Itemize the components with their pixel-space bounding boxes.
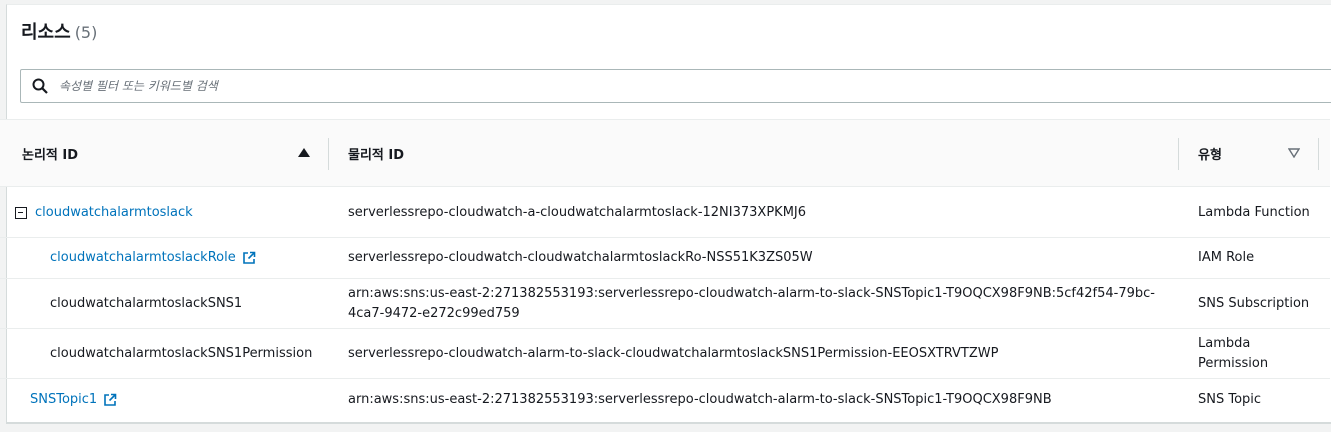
type-cell: SNS Topic bbox=[1198, 392, 1262, 407]
header-physical-id[interactable]: 물리적 ID bbox=[348, 120, 1168, 186]
table-row: cloudwatchalarmtoslack serverlessrepo-cl… bbox=[0, 188, 1330, 238]
sort-ascending-icon[interactable] bbox=[298, 148, 310, 157]
table-row: cloudwatchalarmtoslackSNS1Permission ser… bbox=[0, 329, 1330, 379]
search-icon bbox=[32, 78, 48, 94]
table-row: cloudwatchalarmtoslackRole serverlessrep… bbox=[0, 238, 1330, 279]
resource-count: (5) bbox=[74, 23, 98, 42]
physical-id-cell: serverlessrepo-cloudwatch-a-cloudwatchal… bbox=[348, 204, 807, 220]
header-logical-id-label: 논리적 ID bbox=[22, 147, 79, 163]
external-link-icon[interactable] bbox=[103, 393, 117, 407]
logical-id-cell: cloudwatchalarmtoslackRole bbox=[50, 238, 256, 278]
logical-id-cell: SNSTopic1 bbox=[30, 379, 117, 421]
logical-id-text: cloudwatchalarmtoslackSNS1 bbox=[50, 295, 243, 311]
logical-id-cell: cloudwatchalarmtoslack bbox=[15, 188, 193, 237]
logical-id-text: cloudwatchalarmtoslackSNS1Permission bbox=[50, 345, 313, 361]
type-cell: SNS Subscription bbox=[1198, 295, 1310, 311]
column-divider[interactable] bbox=[1318, 138, 1319, 170]
sort-descending-icon[interactable] bbox=[1288, 148, 1300, 158]
logical-id-cell: cloudwatchalarmtoslackSNS1 bbox=[50, 279, 242, 328]
physical-id-cell: arn:aws:sns:us-east-2:271382553193:serve… bbox=[348, 392, 1052, 407]
external-link-icon[interactable] bbox=[242, 251, 256, 265]
panel-border bbox=[6, 422, 1331, 424]
header-logical-id[interactable]: 논리적 ID bbox=[22, 120, 317, 186]
physical-id-cell: arn:aws:sns:us-east-2:271382553193:serve… bbox=[348, 285, 1155, 321]
physical-id-cell: serverlessrepo-cloudwatch-cloudwatchalar… bbox=[348, 250, 813, 265]
type-cell: Lambda Permission bbox=[1198, 335, 1269, 371]
header-type-label: 유형 bbox=[1198, 147, 1222, 163]
column-divider[interactable] bbox=[328, 138, 329, 170]
logical-id-cell: cloudwatchalarmtoslackSNS1Permission bbox=[50, 329, 312, 378]
table-header: 논리적 ID 물리적 ID 유형 bbox=[0, 119, 1330, 187]
type-cell: Lambda Function bbox=[1198, 204, 1310, 220]
table-row: SNSTopic1 arn:aws:sns:us-east-2:27138255… bbox=[0, 379, 1330, 421]
section-title-label: 리소스 bbox=[21, 22, 71, 43]
search-box[interactable] bbox=[20, 69, 1331, 103]
column-divider[interactable] bbox=[1178, 138, 1179, 170]
search-input[interactable] bbox=[59, 70, 1259, 102]
logical-id-link[interactable]: SNSTopic1 bbox=[30, 390, 97, 410]
section-title: 리소스 (5) bbox=[21, 18, 97, 44]
type-cell: IAM Role bbox=[1198, 250, 1255, 265]
logical-id-link[interactable]: cloudwatchalarmtoslack bbox=[35, 203, 193, 223]
header-physical-id-label: 물리적 ID bbox=[348, 147, 405, 163]
table-row: cloudwatchalarmtoslackSNS1 arn:aws:sns:u… bbox=[0, 279, 1330, 329]
collapse-icon[interactable] bbox=[15, 206, 27, 219]
physical-id-cell: serverlessrepo-cloudwatch-alarm-to-slack… bbox=[348, 345, 999, 361]
logical-id-link[interactable]: cloudwatchalarmtoslackRole bbox=[50, 248, 236, 268]
